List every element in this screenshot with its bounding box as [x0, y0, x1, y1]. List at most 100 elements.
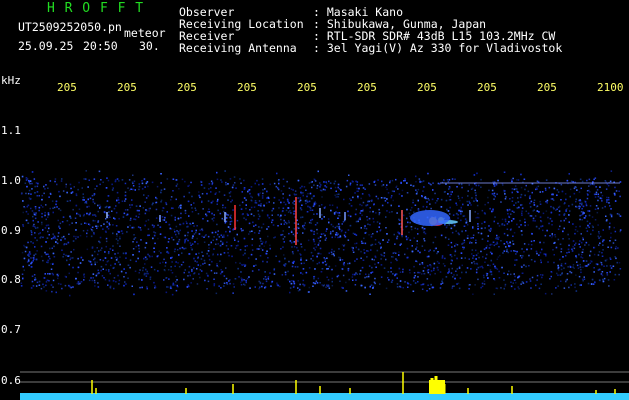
noise-speck [229, 230, 231, 233]
noise-speck [551, 233, 553, 235]
noise-speck [360, 197, 362, 200]
noise-speck [566, 252, 568, 254]
noise-speck [412, 201, 414, 204]
noise-speck [75, 229, 77, 231]
noise-speck [269, 247, 271, 250]
noise-speck [605, 215, 607, 217]
noise-speck [376, 230, 378, 233]
noise-speck [505, 246, 507, 248]
noise-speck [66, 220, 69, 222]
noise-speck [326, 182, 328, 185]
noise-speck [448, 188, 450, 190]
noise-speck [207, 200, 210, 202]
noise-speck [211, 212, 213, 215]
noise-speck [557, 274, 559, 276]
noise-speck [543, 241, 545, 244]
noise-speck [277, 284, 279, 287]
noise-speck [75, 237, 77, 240]
noise-speck [156, 255, 159, 258]
noise-speck [386, 188, 388, 191]
noise-speck [516, 250, 518, 253]
noise-speck [525, 184, 527, 187]
noise-speck [484, 203, 486, 206]
noise-speck [306, 211, 309, 213]
noise-speck [186, 286, 189, 288]
noise-speck [110, 264, 112, 267]
noise-speck [302, 279, 305, 282]
noise-speck [359, 203, 361, 206]
noise-speck [159, 233, 162, 235]
noise-speck [41, 216, 43, 218]
noise-speck [266, 261, 268, 263]
noise-speck [554, 234, 556, 236]
noise-speck [43, 192, 45, 195]
noise-speck [77, 281, 80, 283]
noise-speck [610, 170, 613, 172]
noise-speck [455, 212, 458, 215]
noise-speck [258, 226, 260, 228]
noise-speck [423, 266, 426, 269]
noise-speck [608, 228, 611, 230]
freq-tick-label: 1.1 [1, 124, 21, 137]
noise-speck [86, 206, 88, 208]
noise-speck [301, 273, 304, 275]
noise-speck [178, 254, 180, 256]
noise-speck [271, 209, 273, 212]
noise-speck [521, 234, 523, 236]
noise-speck [119, 236, 121, 238]
noise-speck [213, 284, 215, 287]
noise-speck [593, 253, 596, 256]
noise-speck [482, 256, 484, 258]
noise-speck [556, 208, 558, 210]
noise-speck [451, 231, 454, 234]
noise-speck [86, 212, 88, 215]
noise-speck [281, 274, 284, 276]
noise-speck [260, 203, 262, 205]
noise-speck [325, 237, 327, 239]
noise-speck [551, 198, 554, 200]
noise-speck [180, 217, 182, 219]
noise-speck [409, 272, 411, 274]
noise-speck [580, 284, 582, 286]
noise-speck [107, 284, 109, 286]
noise-speck [250, 186, 253, 188]
noise-speck [347, 262, 349, 265]
noise-speck [580, 233, 582, 235]
noise-speck [305, 202, 307, 205]
noise-speck [157, 224, 159, 226]
noise-speck [203, 241, 206, 243]
noise-speck [259, 255, 262, 257]
noise-speck [601, 207, 604, 209]
noise-speck [571, 248, 573, 250]
noise-speck [470, 204, 472, 206]
noise-speck [496, 193, 498, 195]
noise-speck [351, 180, 353, 182]
noise-speck [321, 196, 323, 198]
noise-speck [237, 240, 240, 243]
noise-speck [316, 213, 318, 215]
noise-speck [146, 287, 148, 290]
noise-speck [32, 215, 34, 218]
noise-speck [375, 212, 377, 214]
noise-speck [586, 220, 589, 223]
noise-speck [262, 260, 264, 263]
noise-speck [77, 266, 80, 269]
noise-speck [371, 266, 373, 269]
noise-speck [415, 259, 417, 262]
noise-speck [157, 237, 159, 240]
noise-speck [396, 259, 398, 262]
noise-speck [82, 259, 84, 261]
noise-speck [169, 227, 171, 230]
noise-speck [20, 193, 23, 195]
noise-speck [608, 285, 610, 287]
noise-speck [402, 214, 405, 217]
noise-speck [278, 207, 280, 209]
noise-speck [107, 214, 110, 217]
noise-speck [521, 281, 524, 283]
noise-speck [457, 195, 459, 197]
noise-speck [107, 228, 110, 230]
noise-speck [454, 277, 456, 280]
noise-speck [77, 257, 79, 260]
noise-speck [336, 212, 339, 214]
noise-speck [215, 187, 217, 189]
